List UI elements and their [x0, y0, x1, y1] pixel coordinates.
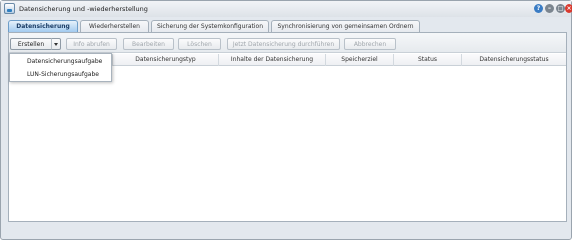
- info-button[interactable]: Info abrufen: [66, 38, 117, 50]
- create-button[interactable]: Erstellen: [10, 38, 52, 50]
- title-bar[interactable]: Datensicherung und -wiederherstellung ? …: [1, 1, 572, 17]
- maximize-icon[interactable]: □: [556, 4, 565, 13]
- menu-item-backup-task[interactable]: Datensicherungsaufgabe: [10, 55, 111, 68]
- delete-button[interactable]: Löschen: [178, 38, 221, 50]
- minimize-icon[interactable]: –: [545, 4, 554, 13]
- help-icon[interactable]: ?: [534, 4, 543, 13]
- chevron-down-icon[interactable]: [51, 38, 61, 50]
- column-header-backup-contents[interactable]: Inhalte der Datensicherung: [218, 54, 325, 66]
- menu-item-lun-backup-task[interactable]: LUN-Sicherungsaufgabe: [10, 68, 111, 81]
- cancel-button[interactable]: Abbrechen: [344, 38, 396, 50]
- create-dropdown-menu: Datensicherungsaufgabe LUN-Sicherungsauf…: [9, 53, 112, 82]
- column-header-backup-type[interactable]: Datensicherungstyp: [112, 54, 218, 66]
- backup-app-icon: [4, 3, 15, 14]
- edit-button[interactable]: Bearbeiten: [123, 38, 174, 50]
- backup-restore-window: Datensicherung und -wiederherstellung ? …: [0, 0, 572, 240]
- column-header-destination[interactable]: Speicherziel: [325, 54, 393, 66]
- column-header-backup-status[interactable]: Datensicherungsstatus: [461, 54, 566, 66]
- toolbar: Erstellen Info abrufen Bearbeiten Lösche…: [9, 33, 566, 53]
- column-header-status[interactable]: Status: [393, 54, 461, 66]
- close-icon[interactable]: ×: [565, 4, 572, 13]
- backup-now-button[interactable]: Jetzt Datensicherung durchführen: [227, 38, 340, 50]
- window-title: Datensicherung und -wiederherstellung: [19, 5, 148, 13]
